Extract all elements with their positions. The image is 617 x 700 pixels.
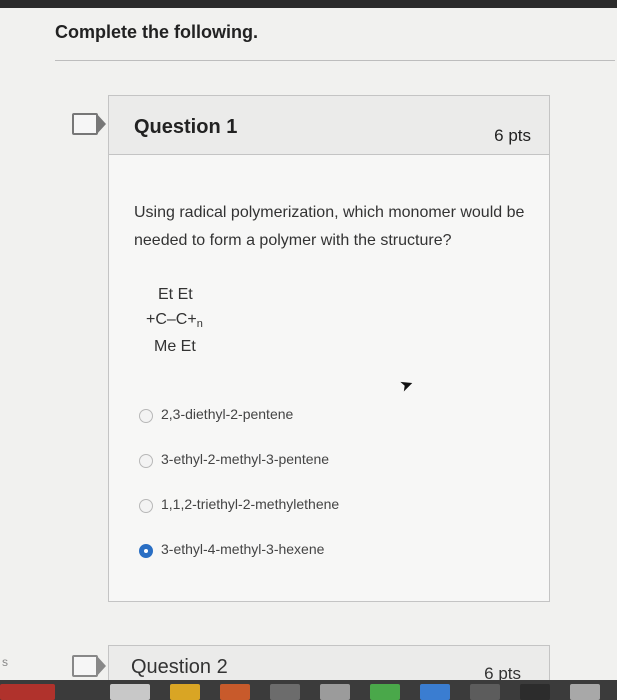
window-top-band xyxy=(0,0,617,8)
taskbar-app-icon[interactable] xyxy=(0,684,55,700)
question-card: Question 1 6 pts Using radical polymeriz… xyxy=(108,95,550,602)
taskbar-app-icon[interactable] xyxy=(270,684,300,700)
taskbar-app-icon[interactable] xyxy=(370,684,400,700)
answer-label: 3-ethyl-4-methyl-3-hexene xyxy=(161,541,325,557)
answer-label: 2,3-diethyl-2-pentene xyxy=(161,406,294,422)
taskbar-app-icon[interactable] xyxy=(420,684,450,700)
edge-letter: s xyxy=(2,655,8,669)
question-points: 6 pts xyxy=(484,664,521,680)
question-title: Question 2 xyxy=(131,656,228,678)
answer-label: 1,1,2-triethyl-2-methylethene xyxy=(161,496,340,512)
structure-bottom-substituents: Me Et xyxy=(154,338,196,355)
title-divider xyxy=(55,60,615,61)
quiz-screen: Complete the following. Question 1 6 pts… xyxy=(0,0,617,680)
question-title: Question 1 xyxy=(134,116,238,138)
taskbar-app-icon[interactable] xyxy=(220,684,250,700)
question-header: Question 1 6 pts xyxy=(109,96,549,155)
taskbar-app-icon[interactable] xyxy=(520,684,550,700)
structure-top-substituents: Et Et xyxy=(158,286,193,303)
taskbar-app-icon[interactable] xyxy=(110,684,150,700)
structure-backbone: +C–C+n xyxy=(146,311,203,330)
polymer-structure: Et Et +C–C+n Me Et xyxy=(144,286,284,366)
radio-button[interactable] xyxy=(139,454,153,468)
structure-backbone-text: +C–C+ xyxy=(146,311,197,328)
radio-button-selected[interactable] xyxy=(139,544,153,558)
taskbar-app-icon[interactable] xyxy=(570,684,600,700)
structure-subscript: n xyxy=(196,318,203,330)
radio-button[interactable] xyxy=(139,499,153,513)
page-title: Complete the following. xyxy=(55,22,258,42)
taskbar xyxy=(0,680,617,700)
taskbar-app-icon[interactable] xyxy=(320,684,350,700)
question-prompt: Using radical polymerization, which mono… xyxy=(134,204,525,249)
answer-label: 3-ethyl-2-methyl-3-pentene xyxy=(161,451,330,467)
flag-question-icon[interactable] xyxy=(72,655,106,677)
radio-button[interactable] xyxy=(139,409,153,423)
flag-question-icon[interactable] xyxy=(72,113,106,135)
taskbar-app-icon[interactable] xyxy=(170,684,200,700)
taskbar-app-icon[interactable] xyxy=(470,684,500,700)
question-points: 6 pts xyxy=(494,126,531,145)
question-card: Question 2 6 pts xyxy=(108,645,550,680)
